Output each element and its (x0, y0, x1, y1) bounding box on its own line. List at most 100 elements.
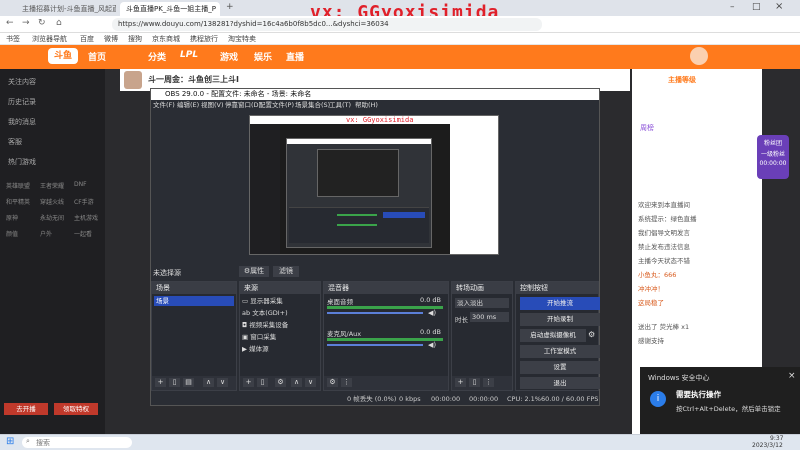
nav-live[interactable]: 直播 (286, 50, 304, 63)
rank-badge[interactable]: 周榜 (640, 123, 654, 133)
browser-tab[interactable]: 主播招募计划-斗鱼直播_风起直播等你来 (16, 2, 116, 16)
sidebar-grid-item[interactable]: DNF (74, 181, 87, 188)
filters-button[interactable]: 滤镜 (273, 266, 299, 277)
bookmark-item[interactable]: 书签 (6, 33, 20, 45)
source-row[interactable]: ◘ 视频采集设备 (242, 320, 324, 330)
url-input[interactable]: https://www.douyu.com/138281?dyshid=16c4… (112, 18, 542, 31)
home-icon[interactable]: ⌂ (56, 18, 62, 28)
exit-button[interactable]: 退出 (520, 377, 600, 389)
transition-select[interactable]: 淡入淡出 (455, 298, 509, 308)
menu-file[interactable]: 文件(F) (153, 100, 175, 111)
nav-ent[interactable]: 娱乐 (254, 50, 272, 63)
source-row[interactable]: ▭ 显示器采集 (242, 296, 324, 306)
controls-panel: 控制按钮 开始推流 开始录制 启动虚拟摄像机 ⚙ 工作室模式 设置 退出 (515, 281, 600, 391)
douyu-logo[interactable]: 斗鱼 (48, 48, 78, 64)
sidebar-item-follow[interactable]: 关注内容 (8, 77, 36, 87)
nav-home[interactable]: 首页 (88, 50, 106, 63)
streamer-avatar[interactable] (124, 71, 142, 89)
add-transition-button[interactable]: + (455, 378, 466, 387)
nav-lpl[interactable]: LPL (180, 50, 198, 60)
sidebar-grid-item[interactable]: 和平精英 (6, 197, 30, 206)
taskbar-search[interactable]: ⌕ 搜索 (22, 437, 132, 448)
close-icon[interactable]: × (788, 371, 796, 381)
bookmark-item[interactable]: 携程旅行 (190, 33, 218, 45)
scene-item[interactable]: 场景 (154, 296, 234, 306)
sidebar-grid-item[interactable]: 原神 (6, 213, 18, 222)
source-row[interactable]: ▶ 媒体源 (242, 344, 324, 354)
privilege-button[interactable]: 领取特权 (54, 403, 98, 415)
sidebar-grid-item[interactable]: 英雄联盟 (6, 181, 30, 190)
sidebar-item-message[interactable]: 我的消息 (8, 117, 36, 127)
menu-edit[interactable]: 编辑(E) (177, 100, 199, 111)
source-settings-button[interactable]: ⚙ (275, 378, 286, 387)
menu-scene-collection[interactable]: 场景集合(S) (295, 100, 330, 111)
menu-profile[interactable]: 配置文件(P) (259, 100, 294, 111)
sidebar-item-history[interactable]: 历史记录 (8, 97, 36, 107)
source-up-button[interactable]: ∧ (291, 378, 302, 387)
speaker-icon[interactable]: ◀) (428, 309, 436, 317)
bookmark-item[interactable]: 搜狗 (128, 33, 142, 45)
menu-tools[interactable]: 工具(T) (329, 100, 351, 111)
mixer-menu-button[interactable]: ⋮ (341, 378, 352, 387)
bookmark-item[interactable]: 微博 (104, 33, 118, 45)
nav-game[interactable]: 游戏 (220, 50, 238, 63)
sidebar-grid-item[interactable]: 穿越火线 (40, 197, 64, 206)
move-down-button[interactable]: ∨ (217, 378, 228, 387)
go-live-button[interactable]: 去开播 (4, 403, 48, 415)
sidebar-item-service[interactable]: 客服 (8, 137, 22, 147)
sidebar-grid-item[interactable]: 颜值 (6, 229, 18, 238)
bookmark-item[interactable]: 百度 (80, 33, 94, 45)
source-label: 窗口采集 (250, 333, 277, 341)
sidebar-grid-item[interactable]: 户外 (40, 229, 52, 238)
source-row[interactable]: ▣ 窗口采集 (242, 332, 324, 342)
start-streaming-button[interactable]: 开始推流 (520, 297, 600, 310)
mixer-settings-button[interactable]: ⚙ (327, 378, 338, 387)
add-scene-button[interactable]: + (155, 378, 166, 387)
gear-icon[interactable]: ⚙ (588, 330, 595, 339)
close-icon[interactable]: × (775, 1, 783, 12)
menu-dock[interactable]: 停靠窗口(D) (225, 100, 261, 111)
minimize-icon[interactable]: – (730, 2, 735, 12)
obs-preview[interactable]: vx: GGyoxisimida (249, 115, 499, 255)
source-row[interactable]: ab 文本(GDI+) (242, 308, 324, 318)
settings-button[interactable]: 设置 (520, 361, 600, 374)
sidebar-grid-item[interactable]: 主机游戏 (74, 213, 98, 222)
back-icon[interactable]: ← (6, 18, 14, 28)
transition-menu-button[interactable]: ⋮ (483, 378, 494, 387)
new-tab-icon[interactable]: + (226, 2, 234, 12)
sidebar-grid-item[interactable]: 永劫无间 (40, 213, 64, 222)
properties-button[interactable]: ⚙属性 (239, 266, 269, 277)
volume-slider[interactable] (327, 344, 423, 346)
forward-icon[interactable]: → (22, 18, 30, 28)
menu-help[interactable]: 帮助(H) (355, 100, 378, 111)
remove-scene-button[interactable]: ▯ (169, 378, 180, 387)
move-up-button[interactable]: ∧ (203, 378, 214, 387)
bookmark-item[interactable]: 京东商城 (152, 33, 180, 45)
studio-mode-button[interactable]: 工作室模式 (520, 345, 600, 358)
avatar[interactable] (690, 47, 708, 65)
bookmark-item[interactable]: 淘宝特卖 (228, 33, 256, 45)
duration-input[interactable]: 300 ms (470, 312, 509, 322)
volume-slider[interactable] (327, 312, 423, 314)
fan-badge-widget[interactable]: 粉丝团 一级粉丝 00:00:00 (757, 135, 789, 179)
bookmark-item[interactable]: 浏览器导航 (32, 33, 67, 45)
menu-view[interactable]: 视图(V) (201, 100, 224, 111)
refresh-icon[interactable]: ↻ (38, 18, 46, 28)
sidebar-item-hot[interactable]: 热门游戏 (8, 157, 36, 167)
nav-category[interactable]: 分类 (148, 50, 166, 63)
windows-start-icon[interactable]: ⊞ (6, 436, 14, 447)
virtual-camera-button[interactable]: 启动虚拟摄像机 (520, 329, 586, 342)
browser-tab-active[interactable]: 斗鱼直播PK_斗鱼一姐主播_P (120, 2, 220, 16)
remove-transition-button[interactable]: ▯ (469, 378, 480, 387)
sidebar-grid-item[interactable]: CF手游 (74, 197, 94, 206)
maximize-icon[interactable]: □ (752, 2, 761, 12)
speaker-icon[interactable]: ◀) (428, 341, 436, 349)
add-source-button[interactable]: + (243, 378, 254, 387)
start-recording-button[interactable]: 开始录制 (520, 313, 600, 326)
sidebar-grid-item[interactable]: 王者荣耀 (40, 181, 64, 190)
sidebar-grid-item[interactable]: 一起看 (74, 229, 92, 238)
source-down-button[interactable]: ∨ (305, 378, 316, 387)
scene-filter-button[interactable]: ▤ (183, 378, 194, 387)
remove-source-button[interactable]: ▯ (257, 378, 268, 387)
windows-security-toast[interactable]: Windows 安全中心 × i 需要执行操作 按Ctrl+Alt+Delete… (640, 367, 800, 434)
